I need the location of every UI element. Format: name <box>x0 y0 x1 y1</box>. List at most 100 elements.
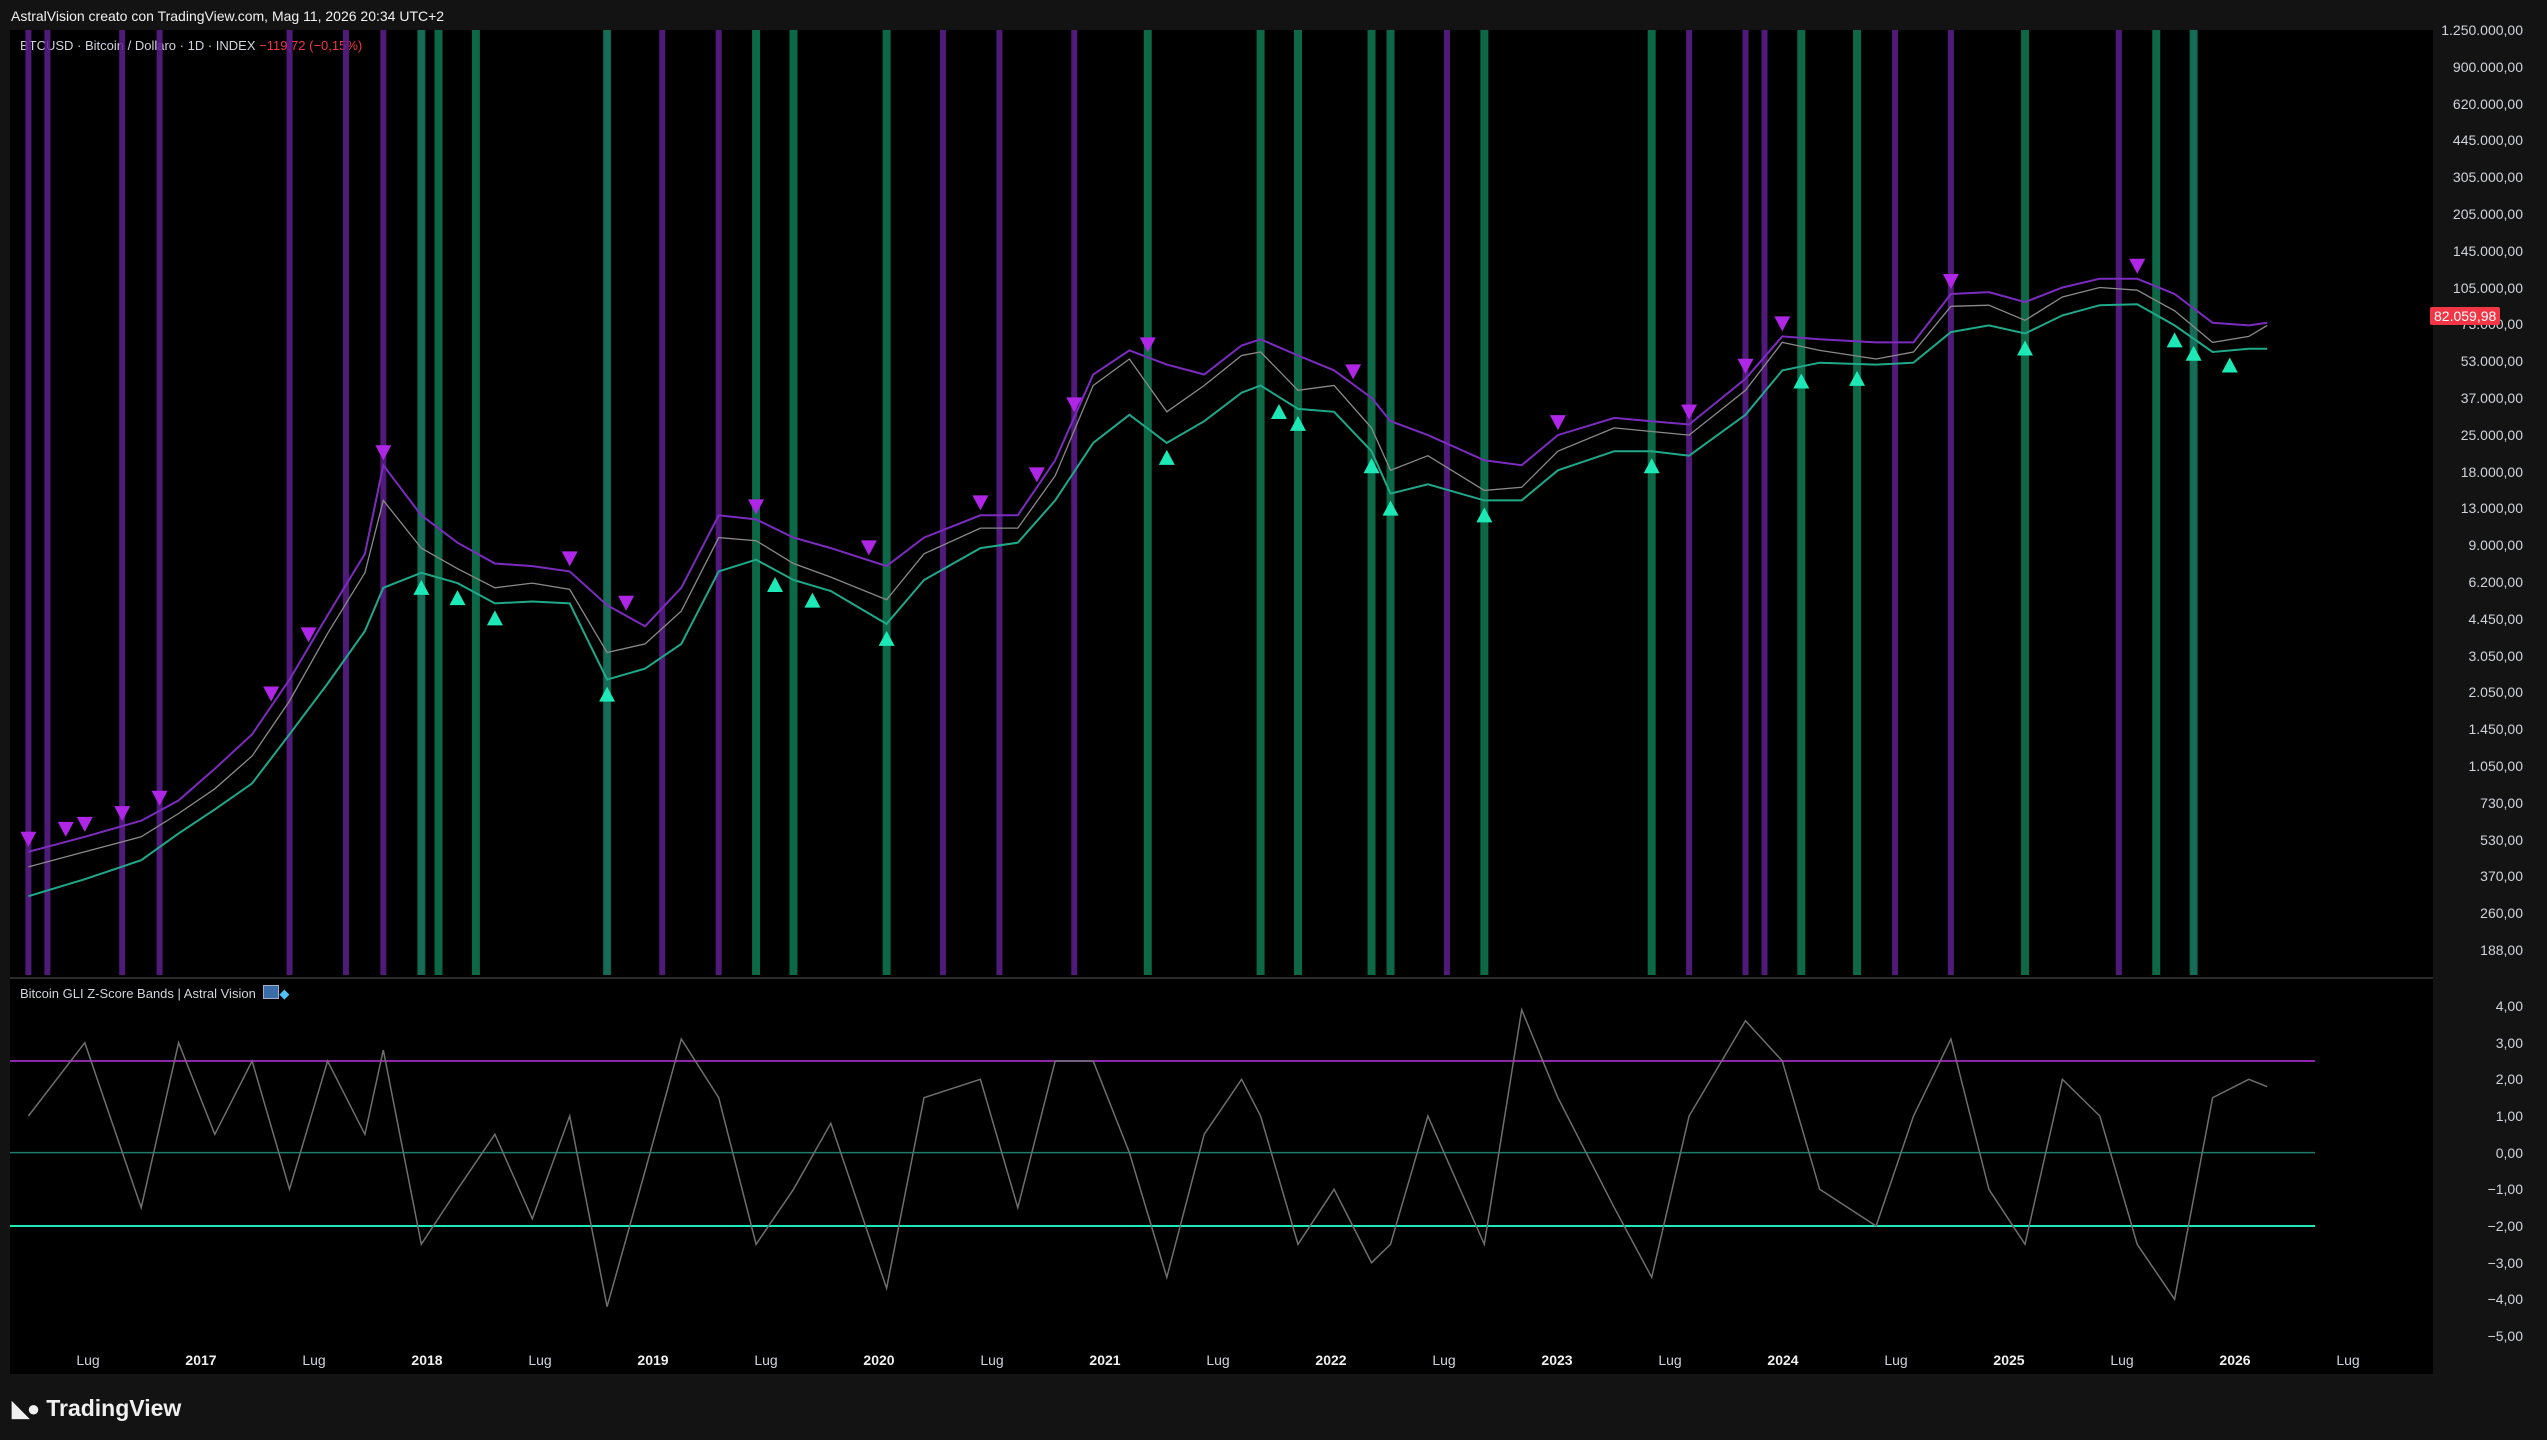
bearish-marker <box>20 831 37 847</box>
indicator-axis[interactable]: 4,00 3,00 2,00 1,00 0,00 −1,00 −2,00 −3,00 −4,00… <box>2433 0 2547 1380</box>
green-zone <box>1797 30 1806 975</box>
purple-zone <box>1761 30 1768 975</box>
bearish-marker <box>1681 404 1698 420</box>
time-tick: 2025 <box>1993 1352 2025 1368</box>
bearish-marker <box>1345 364 1362 380</box>
purple-zone <box>119 30 126 975</box>
green-zone <box>789 30 798 975</box>
bearish-marker <box>1942 274 1959 290</box>
green-zone <box>1647 30 1656 975</box>
purple-zone <box>1892 30 1899 975</box>
green-zone <box>1367 30 1376 975</box>
bearish-marker <box>748 499 765 515</box>
purple-zone <box>940 30 947 975</box>
time-tick: 2022 <box>1315 1352 1347 1368</box>
time-tick: Lug <box>1884 1352 1908 1368</box>
time-tick: Lug <box>76 1352 100 1368</box>
green-zone <box>2021 30 2030 975</box>
purple-zone <box>342 30 349 975</box>
time-tick: Lug <box>754 1352 778 1368</box>
purple-zone <box>1686 30 1693 975</box>
time-tick: Lug <box>980 1352 1004 1368</box>
time-tick: 2019 <box>637 1352 669 1368</box>
bearish-marker <box>114 806 131 822</box>
zscore-tick: −2,00 <box>2487 1218 2523 1234</box>
bullish-marker <box>1270 403 1287 419</box>
zscore-tick: 1,00 <box>2495 1108 2523 1124</box>
time-tick: Lug <box>2336 1352 2360 1368</box>
bearish-marker <box>618 595 635 611</box>
bullish-marker <box>2221 357 2238 373</box>
time-tick: 2024 <box>1767 1352 1799 1368</box>
time-tick: Lug <box>302 1352 326 1368</box>
bearish-marker <box>76 816 93 832</box>
purple-zone <box>715 30 722 975</box>
bearish-marker <box>972 495 989 511</box>
green-zone <box>1480 30 1489 975</box>
zscore-tick: −1,00 <box>2487 1181 2523 1198</box>
time-tick: Lug <box>528 1352 552 1368</box>
bullish-marker <box>1476 507 1493 523</box>
zscore-line <box>27 1006 2268 1307</box>
bullish-marker <box>767 577 784 593</box>
chart-window: AstralVision creato con TradingView.com,… <box>0 0 2547 1440</box>
tradingview-logo-icon: ◣● <box>12 1395 40 1421</box>
green-zone <box>1143 30 1152 975</box>
time-tick: 2018 <box>411 1352 443 1368</box>
bearish-marker <box>375 445 392 461</box>
green-zone <box>471 30 480 975</box>
green-zone <box>2152 30 2161 975</box>
time-tick: 2026 <box>2219 1352 2251 1368</box>
purple-zone <box>1071 30 1078 975</box>
bullish-marker <box>804 592 821 608</box>
time-tick: 2020 <box>863 1352 895 1368</box>
zscore-tick: 3,00 <box>2495 1034 2523 1051</box>
purple-zone <box>1443 30 1450 975</box>
bullish-marker <box>1793 373 1810 389</box>
zscore-tick: 2,00 <box>2495 1071 2523 1088</box>
purple-zone <box>996 30 1003 975</box>
bearish-marker <box>2129 258 2146 274</box>
bullish-marker <box>486 610 503 626</box>
purple-zone <box>659 30 666 975</box>
green-zone <box>2189 30 2198 975</box>
time-tick: 2021 <box>1089 1352 1121 1368</box>
tradingview-brand[interactable]: ◣● TradingView <box>12 1395 181 1422</box>
bullish-marker <box>1289 415 1306 431</box>
purple-zone <box>156 30 163 975</box>
zscore-tick: −4,00 <box>2487 1291 2523 1308</box>
price-chart <box>10 30 2433 1307</box>
purple-zone <box>44 30 51 975</box>
zscore-tick: 4,00 <box>2495 998 2523 1014</box>
bullish-marker <box>449 590 466 606</box>
bearish-marker <box>151 790 168 806</box>
bullish-marker <box>1158 449 1175 465</box>
bearish-marker <box>860 540 877 556</box>
bullish-marker <box>2185 345 2202 361</box>
zscore-tick: −3,00 <box>2487 1254 2523 1271</box>
bullish-marker <box>1849 370 1866 386</box>
green-zone <box>434 30 443 975</box>
bullish-marker <box>413 579 430 595</box>
purple-zone <box>286 30 293 975</box>
bullish-marker <box>1382 500 1399 516</box>
green-zone <box>1853 30 1862 975</box>
green-zone <box>603 30 612 975</box>
bullish-marker <box>2166 332 2183 348</box>
time-tick: Lug <box>1432 1352 1456 1368</box>
bullish-marker <box>599 686 616 702</box>
bullish-marker <box>1643 458 1660 474</box>
bearish-marker <box>300 627 317 643</box>
purple-zone <box>1742 30 1749 975</box>
bearish-marker <box>1774 316 1791 332</box>
zscore-tick: −5,00 <box>2487 1328 2523 1344</box>
bullish-marker <box>878 630 895 646</box>
zscore-tick: 0,00 <box>2495 1144 2523 1161</box>
time-tick: Lug <box>1658 1352 1682 1368</box>
green-zone <box>882 30 891 975</box>
purple-zone <box>2115 30 2122 975</box>
bearish-marker <box>1549 415 1566 431</box>
time-tick: 2017 <box>185 1352 217 1368</box>
purple-zone <box>1947 30 1954 975</box>
time-tick: Lug <box>1206 1352 1230 1368</box>
